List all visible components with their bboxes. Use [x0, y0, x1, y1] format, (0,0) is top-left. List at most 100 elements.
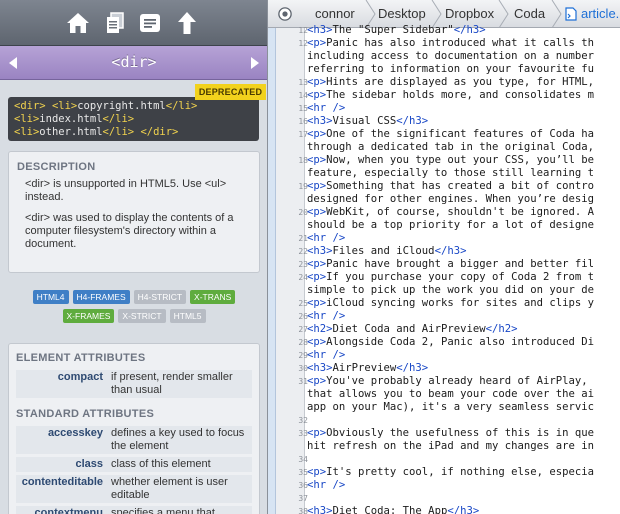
code-text: Obviously the usefulness of this is in q…: [326, 427, 595, 439]
code-text: WebKit, of course, shouldn't be ignored.…: [326, 206, 595, 218]
code-line[interactable]: <p>It's pretty cool, if nothing else, es…: [307, 466, 594, 478]
disclosure-circle-icon[interactable]: [278, 7, 292, 21]
line-number: 24: [298, 273, 308, 282]
code-line[interactable]: <h3>AirPreview</h3>: [307, 362, 428, 374]
code-line[interactable]: <h3>The "Super Sidebar"</h3>: [307, 24, 486, 36]
back-arrow-icon[interactable]: [6, 55, 20, 71]
spec-tag-x-trans[interactable]: X-TRANS: [190, 290, 236, 304]
spec-tag-h4-strict[interactable]: H4-STRICT: [133, 290, 187, 304]
code-editor[interactable]: connor Desktop Dropbox Coda article.ht 1…: [268, 0, 620, 514]
code-line[interactable]: <p>Alongside Coda 2, Panic also introduc…: [307, 336, 594, 348]
code-line[interactable]: <p>Hints are displayed as you type, for …: [307, 76, 594, 88]
element-attributes-list: compact if present, render smaller than u…: [16, 370, 252, 398]
code-line[interactable]: <hr />: [307, 310, 345, 322]
code-line[interactable]: hit refresh on the iPad and my changes a…: [307, 440, 594, 452]
example-tag: <li>: [51, 100, 78, 112]
code-line[interactable]: <h3>Visual CSS</h3>: [307, 115, 428, 127]
spec-tag-html4[interactable]: HTML4: [32, 290, 69, 304]
attribute-name[interactable]: class: [16, 458, 111, 471]
code-line[interactable]: <p>Panic have brought a bigger and bette…: [307, 258, 594, 270]
line-number: 34: [298, 455, 308, 464]
deprecated-badge: DEPRECATED: [195, 84, 266, 100]
spec-tag-x-frames[interactable]: X-FRAMES: [62, 309, 115, 323]
example-tag: </li>: [165, 100, 198, 112]
sidebar-header: <dir>: [0, 46, 267, 80]
code-line[interactable]: app on your Mac), it's a very seamless s…: [307, 401, 594, 413]
code-text: that allows you to beam your code over t…: [307, 388, 595, 400]
standard-attributes-list: accesskey defines a key used to focus the…: [16, 426, 252, 514]
attribute-name[interactable]: contextmenu: [16, 507, 111, 514]
html-tag: <hr />: [307, 479, 346, 491]
copy-icon[interactable]: [102, 9, 128, 37]
code-text: Hints are displayed as you type, for HTM…: [326, 76, 595, 88]
code-line[interactable]: including access to documentation on a n…: [307, 50, 594, 62]
spec-tag-x-strict[interactable]: X-STRICT: [118, 309, 166, 323]
code-line[interactable]: <p>Obviously the usefulness of this is i…: [307, 427, 594, 439]
code-line[interactable]: <p>Now, when you type out your CSS, you’…: [307, 154, 594, 166]
list-icon[interactable]: [137, 9, 163, 37]
line-number: 33: [298, 429, 308, 438]
code-line[interactable]: that allows you to beam your code over t…: [307, 388, 594, 400]
code-line[interactable]: designed for other engines. When you’re …: [307, 193, 594, 205]
code-line[interactable]: <hr />: [307, 232, 345, 244]
spec-tag-row: X-FRAMES X-STRICT HTML5: [8, 309, 260, 323]
html-tag: <p>: [307, 37, 327, 49]
sidebar: <dir> <dir> <li>copyright.html</li> <li>i…: [0, 0, 268, 514]
code-text: including access to documentation on a n…: [307, 50, 595, 62]
code-text: referring to information on your favouri…: [307, 63, 595, 75]
code-line[interactable]: <h3>Files and iCloud</h3>: [307, 245, 466, 257]
code-line[interactable]: <h2>Diet Coda and AirPreview</h2>: [307, 323, 517, 335]
line-number: 29: [298, 351, 308, 360]
line-number: 32: [298, 416, 308, 425]
up-arrow-icon[interactable]: [174, 9, 200, 37]
code-text: If you purchase your copy of Coda 2 from…: [326, 271, 595, 283]
code-line[interactable]: <hr />: [307, 479, 345, 491]
html-tag: <h3>: [307, 24, 333, 36]
forward-arrow-icon[interactable]: [248, 55, 262, 71]
html-tag: <p>: [307, 89, 327, 101]
code-line[interactable]: <p>Panic has also introduced what it cal…: [307, 37, 594, 49]
code-line[interactable]: <p>WebKit, of course, shouldn't be ignor…: [307, 206, 594, 218]
breadcrumb-coda[interactable]: Coda: [514, 0, 545, 27]
spec-tag-html5[interactable]: HTML5: [169, 309, 206, 323]
html-tag: </h3>: [396, 115, 429, 127]
code-line[interactable]: simple to pick up the work you did on yo…: [307, 284, 594, 296]
attribute-name[interactable]: accesskey: [16, 427, 111, 453]
code-line[interactable]: through a dedicated tab in the original …: [307, 141, 594, 153]
standard-attributes-title: STANDARD ATTRIBUTES: [16, 408, 155, 420]
attribute-name[interactable]: compact: [16, 371, 111, 397]
code-line[interactable]: <p>The sidebar holds more, and consolida…: [307, 89, 594, 101]
spec-tag-h4-frames[interactable]: H4-FRAMES: [72, 290, 130, 304]
line-number: 17: [298, 130, 308, 139]
code-line[interactable]: <hr />: [307, 102, 345, 114]
example-tag: </dir>: [140, 126, 179, 138]
code-line[interactable]: <hr />: [307, 349, 345, 361]
line-number: 31: [298, 377, 308, 386]
spec-tags: HTML4 H4-FRAMES H4-STRICT X-TRANS X-FRAMES X-…: [8, 290, 260, 328]
html-tag: <h3>: [307, 245, 333, 257]
code-line[interactable]: <p>You've probably already heard of AirP…: [307, 375, 594, 387]
code-line[interactable]: should be a top priority for a lot of de…: [307, 219, 594, 231]
code-line[interactable]: <p>Something that has created a bit of c…: [307, 180, 594, 192]
code-line[interactable]: <h3>Diet Coda: The App</h3>: [307, 505, 479, 514]
line-number: 25: [298, 299, 308, 308]
line-number: 19: [298, 182, 308, 191]
attribute-name[interactable]: contenteditable: [16, 476, 111, 502]
code-line[interactable]: referring to information on your favouri…: [307, 63, 594, 75]
element-attributes-title: ELEMENT ATTRIBUTES: [16, 352, 146, 364]
code-line[interactable]: <p>iCloud syncing works for sites and cl…: [307, 297, 594, 309]
line-number: 16: [298, 117, 308, 126]
breadcrumb-separator-icon: [498, 0, 509, 27]
example-text: other.html: [39, 126, 103, 138]
attribute-description: whether element is user editable: [111, 476, 228, 501]
code-line[interactable]: <p>If you purchase your copy of Coda 2 f…: [307, 271, 594, 283]
breadcrumb-file[interactable]: article.ht: [581, 0, 620, 27]
html-tag: </h2>: [485, 323, 518, 335]
line-number: 12: [298, 26, 308, 35]
home-icon[interactable]: [65, 9, 91, 37]
html-tag: <p>: [307, 375, 327, 387]
description-panel: DESCRIPTION <dir> is unsupported in HTML…: [8, 151, 260, 273]
attribute-row: compact if present, render smaller than u…: [16, 370, 252, 398]
code-line[interactable]: <p>One of the significant features of Co…: [307, 128, 594, 140]
code-line[interactable]: feature, especially to those still learn…: [307, 167, 594, 179]
